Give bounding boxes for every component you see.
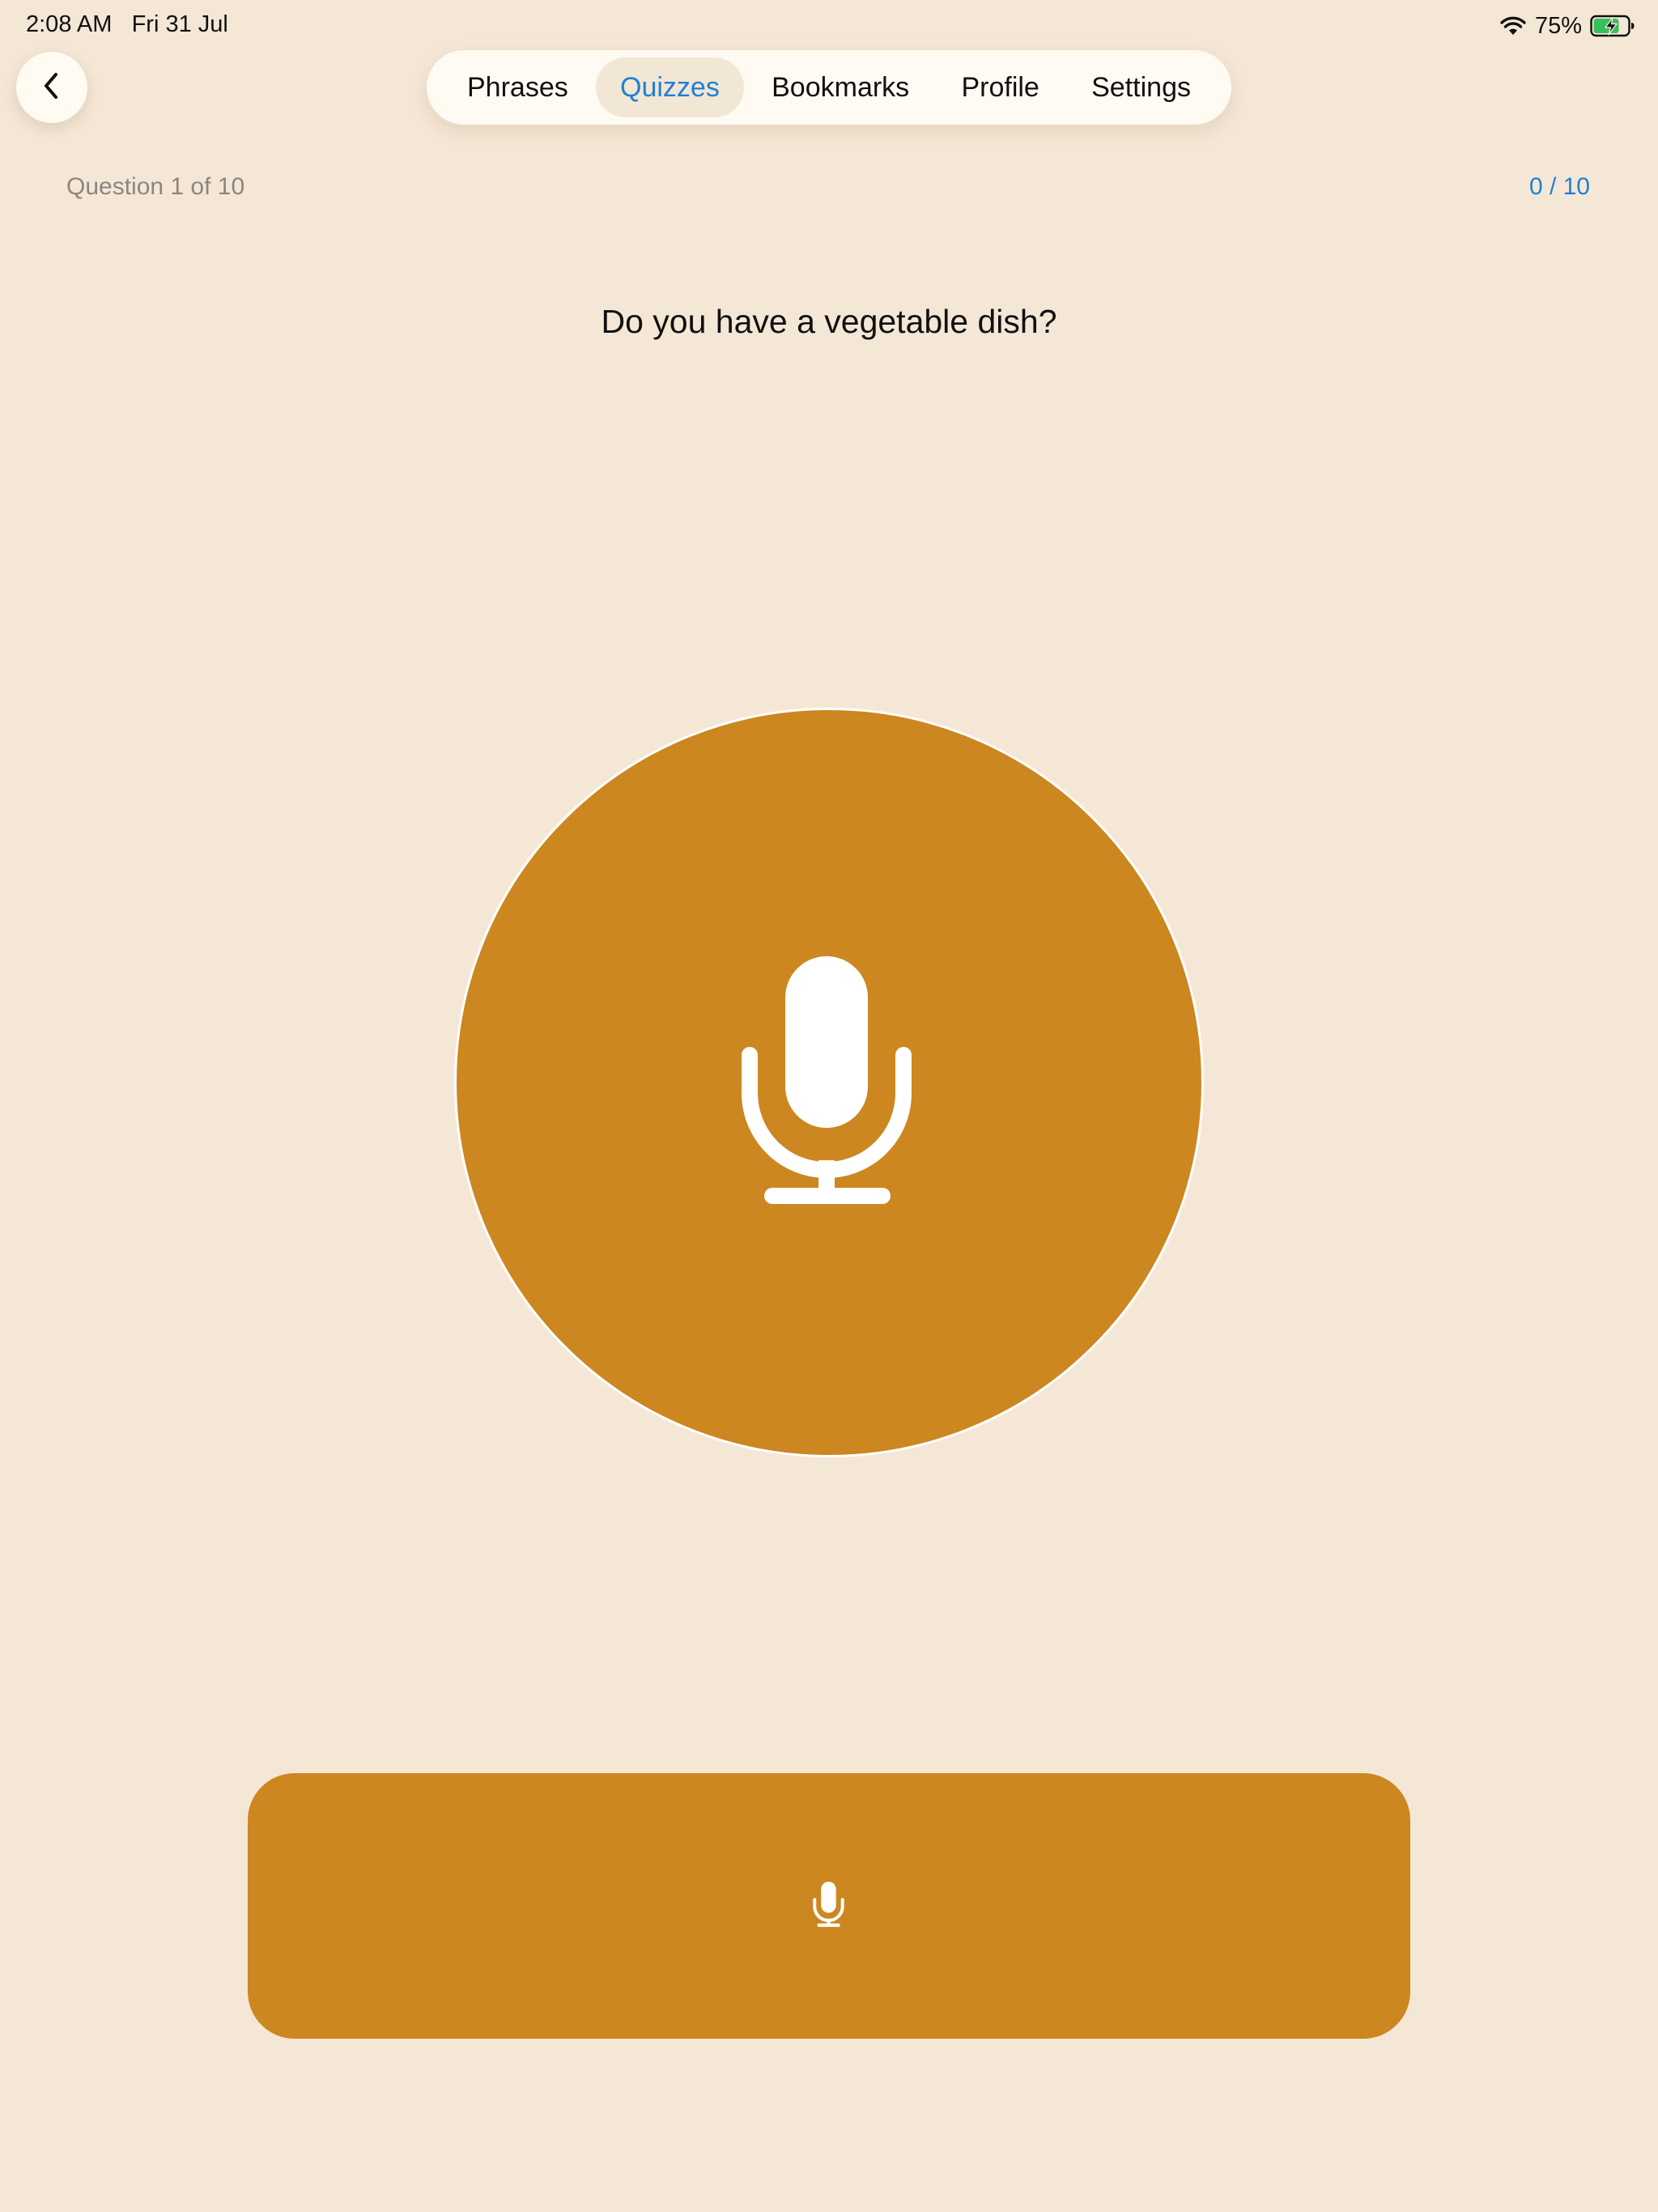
tab-quizzes[interactable]: Quizzes (596, 57, 744, 117)
wifi-icon (1499, 15, 1527, 36)
battery-percent: 75% (1534, 12, 1582, 39)
tab-phrases[interactable]: Phrases (443, 57, 593, 117)
score-counter: 0 / 10 (1528, 173, 1590, 200)
battery-charging-icon (1590, 15, 1635, 37)
record-button[interactable] (248, 1773, 1410, 2039)
status-indicators: 75% (1499, 10, 1635, 42)
microphone-icon (813, 1881, 845, 1932)
question-progress: Question 1 of 10 (66, 173, 245, 200)
top-tab-bar: Phrases Quizzes Bookmarks Profile Settin… (427, 50, 1231, 125)
status-time-text: 2:08 AM (26, 11, 113, 37)
tab-profile[interactable]: Profile (937, 57, 1063, 117)
tab-settings[interactable]: Settings (1067, 57, 1215, 117)
status-time: 2:08 AM Fri 31 Jul (26, 11, 228, 38)
status-date-text: Fri 31 Jul (131, 11, 228, 37)
microphone-icon (740, 951, 918, 1214)
chevron-left-icon (40, 70, 64, 106)
record-circle-button[interactable] (454, 708, 1204, 1457)
back-button[interactable] (16, 52, 87, 123)
quiz-prompt: Do you have a vegetable dish? (601, 303, 1057, 340)
status-bar: 2:08 AM Fri 31 Jul 75% (0, 0, 1658, 49)
tab-bookmarks[interactable]: Bookmarks (747, 57, 933, 117)
